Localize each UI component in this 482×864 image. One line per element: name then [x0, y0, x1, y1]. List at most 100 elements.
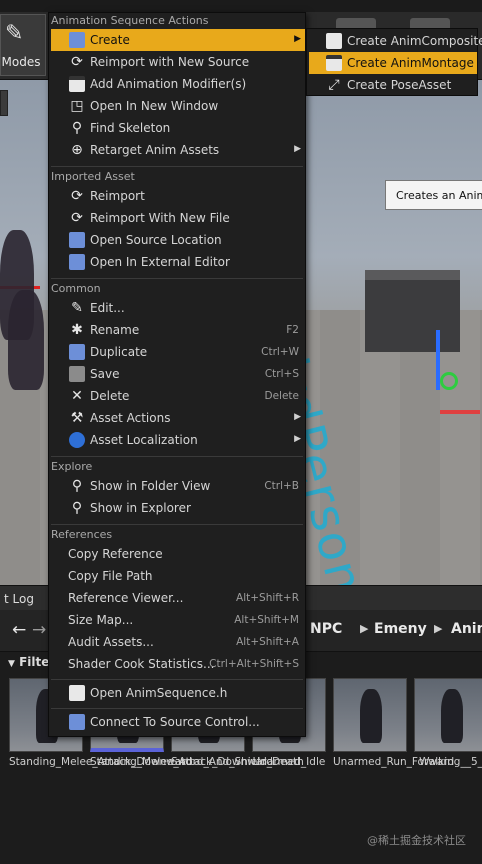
edit-icon: ✎ [71, 300, 83, 316]
delete-icon: ✕ [71, 388, 83, 404]
menu-item-open-new-window[interactable]: ◳ Open In New Window [51, 95, 305, 117]
modes-button[interactable]: ✎ Modes [0, 14, 46, 76]
menu-item-label: Open Source Location [90, 233, 222, 247]
menu-item-save[interactable]: Save Ctrl+S [51, 363, 305, 385]
menu-item-delete[interactable]: ✕ Delete Delete [51, 385, 305, 407]
asset-name: Walking__5_ [419, 756, 482, 768]
menu-item-label: Find Skeleton [90, 121, 171, 135]
menu-item-label: Copy File Path [68, 569, 153, 583]
breadcrumb-anim[interactable]: Anim [451, 621, 482, 637]
menu-item-reimport-new-source[interactable]: ⟳ Reimport with New Source [51, 51, 305, 73]
modifier-icon [69, 76, 85, 92]
menu-item-label: Shader Cook Statistics... [68, 657, 215, 671]
search-icon: ⚲ [71, 500, 83, 516]
menu-item-open-external-editor[interactable]: Open In External Editor [51, 251, 305, 273]
submenu-item-create-anim-composite[interactable]: Create AnimComposite [309, 30, 482, 52]
menu-item-label: Show in Folder View [90, 479, 211, 493]
menu-item-label: Copy Reference [68, 547, 163, 561]
asset-name: Unarmed_Idle [252, 756, 326, 768]
menu-item-duplicate[interactable]: Duplicate Ctrl+W [51, 341, 305, 363]
menu-item-asset-localization[interactable]: Asset Localization ▶ [51, 429, 305, 451]
gizmo-rotate-handle[interactable] [440, 372, 458, 390]
menu-separator [51, 524, 303, 525]
menu-item-label: Delete [90, 389, 130, 403]
asset-name: Unarmed_Run_Forward [333, 756, 455, 768]
menu-separator [51, 679, 303, 680]
filters-label: Filte [19, 655, 50, 669]
submenu-item-create-anim-montage[interactable]: Create AnimMontage [309, 52, 477, 74]
tooltip: Creates an AnimMontage [385, 180, 482, 210]
submenu-arrow-icon: ▶ [294, 34, 301, 44]
menu-item-retarget[interactable]: ⊕ Retarget Anim Assets ▶ [51, 139, 305, 161]
menu-item-label: Duplicate [90, 345, 148, 359]
forward-arrow-icon[interactable]: → [32, 620, 46, 640]
menu-item-shortcut: Ctrl+W [261, 346, 299, 358]
asset-tile[interactable]: Unarmed_Run_Forward [333, 678, 455, 769]
menu-item-find-skeleton[interactable]: ⚲ Find Skeleton [51, 117, 305, 139]
save-icon [69, 366, 85, 382]
section-header-animation: Animation Sequence Actions [51, 14, 209, 27]
menu-item-label: Reimport With New File [90, 211, 230, 225]
submenu-item-label: Create AnimComposite [347, 34, 482, 48]
viewport-options-button[interactable] [0, 90, 8, 116]
menu-item-label: Reimport with New Source [90, 55, 250, 69]
menu-item-add-modifier[interactable]: Add Animation Modifier(s) [51, 73, 305, 95]
section-header-explore: Explore [51, 460, 93, 473]
menu-item-label: Reimport [90, 189, 145, 203]
menu-item-reimport[interactable]: ⟳ Reimport [51, 185, 305, 207]
watermark: @稀土掘金技术社区 [367, 834, 466, 847]
menu-item-label: Edit... [90, 301, 125, 315]
globe-icon [69, 432, 85, 448]
search-icon: ⚲ [71, 478, 83, 494]
filters-button[interactable]: ▼ Filte [8, 655, 52, 673]
reimport-icon: ⟳ [71, 210, 83, 226]
create-submenu: Create AnimComposite Create AnimMontage … [306, 28, 482, 96]
section-header-common: Common [51, 282, 101, 295]
menu-item-reimport-new-file[interactable]: ⟳ Reimport With New File [51, 207, 305, 229]
pose-asset-icon: ⤢ [328, 77, 340, 93]
submenu-item-create-pose-asset[interactable]: ⤢ Create PoseAsset [309, 74, 477, 96]
duplicate-icon [69, 344, 85, 360]
menu-item-size-map[interactable]: Size Map... Alt+Shift+M [51, 609, 305, 631]
menu-item-show-explorer[interactable]: ⚲ Show in Explorer [51, 497, 305, 519]
output-log-tab[interactable]: t Log [4, 592, 34, 606]
gizmo-x-axis[interactable] [440, 410, 480, 414]
modes-label: Modes [1, 55, 41, 69]
breadcrumb-npc[interactable]: NPC [310, 621, 342, 637]
section-header-references: References [51, 528, 113, 541]
menu-item-shortcut: Alt+Shift+A [236, 636, 299, 648]
menu-item-edit[interactable]: ✎ Edit... [51, 297, 305, 319]
toolbar-strip [0, 0, 482, 12]
asset-name: Sword_And_Shield_Death [171, 756, 304, 768]
cube-mesh [365, 270, 460, 352]
anim-montage-icon [326, 55, 342, 71]
menu-item-create[interactable]: Create ▶ [51, 29, 305, 51]
menu-item-label: Size Map... [68, 613, 134, 627]
menu-item-open-source-location[interactable]: Open Source Location [51, 229, 305, 251]
section-header-imported: Imported Asset [51, 170, 135, 183]
menu-item-label: Add Animation Modifier(s) [90, 77, 247, 91]
menu-item-show-folder-view[interactable]: ⚲ Show in Folder View Ctrl+B [51, 475, 305, 497]
anim-composite-icon [326, 33, 342, 49]
asset-thumbnail [414, 678, 482, 752]
menu-item-reference-viewer[interactable]: Reference Viewer... Alt+Shift+R [51, 587, 305, 609]
menu-item-rename[interactable]: ✱ Rename F2 [51, 319, 305, 341]
menu-separator [51, 166, 303, 167]
breadcrumb-separator-icon[interactable]: ▶ [434, 622, 442, 635]
menu-item-shader-cook-stats[interactable]: Shader Cook Statistics... Ctrl+Alt+Shift… [51, 653, 305, 675]
character-mesh [8, 290, 44, 390]
asset-tile[interactable]: Walking__5_ [414, 678, 482, 769]
menu-item-audit-assets[interactable]: Audit Assets... Alt+Shift+A [51, 631, 305, 653]
menu-item-shortcut: Alt+Shift+M [234, 614, 299, 626]
submenu-item-label: Create AnimMontage [347, 56, 474, 70]
menu-item-open-anim-sequence-h[interactable]: Open AnimSequence.h [51, 682, 305, 704]
breadcrumb-emeny[interactable]: Emeny [374, 621, 427, 637]
menu-item-asset-actions[interactable]: ⚒ Asset Actions ▶ [51, 407, 305, 429]
menu-item-copy-reference[interactable]: Copy Reference [51, 543, 305, 565]
rename-icon: ✱ [71, 322, 83, 338]
back-arrow-icon[interactable]: ← [12, 620, 26, 640]
asset-context-menu: Animation Sequence Actions Create ▶ ⟳ Re… [48, 12, 306, 737]
breadcrumb-separator-icon[interactable]: ▶ [360, 622, 368, 635]
menu-item-copy-file-path[interactable]: Copy File Path [51, 565, 305, 587]
menu-item-connect-source-control[interactable]: Connect To Source Control... [51, 711, 305, 733]
